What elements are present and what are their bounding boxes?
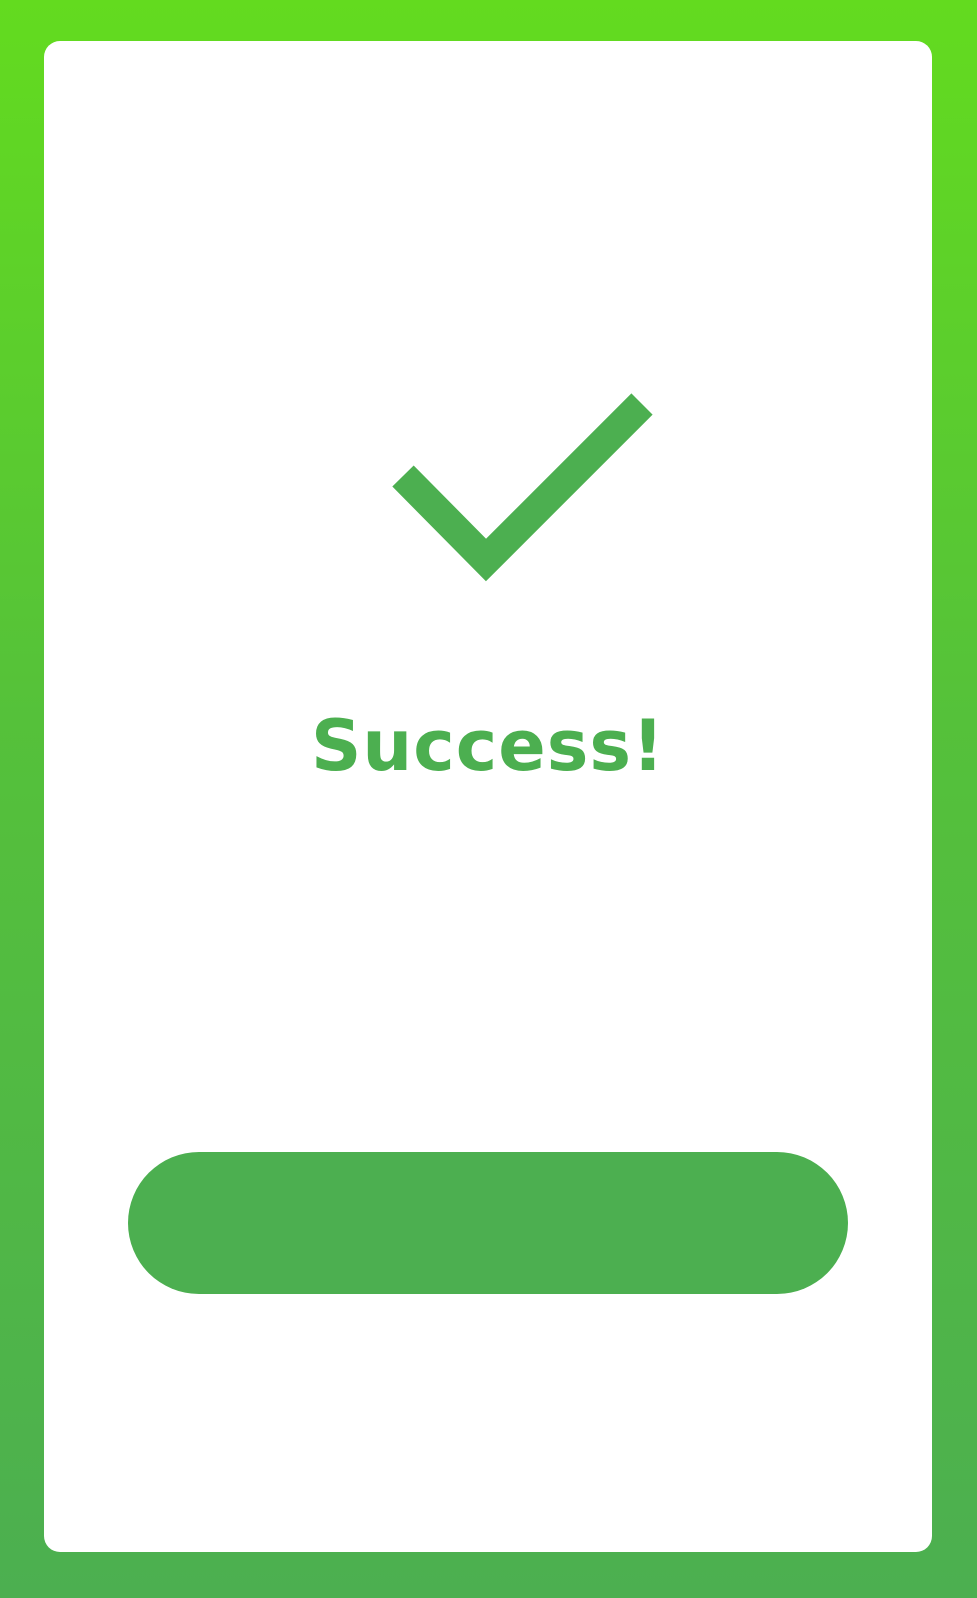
continue-button[interactable] (128, 1152, 848, 1294)
checkmark-icon (392, 393, 653, 582)
success-dialog: Success! (44, 41, 932, 1552)
dialog-title: Success! (311, 705, 665, 787)
